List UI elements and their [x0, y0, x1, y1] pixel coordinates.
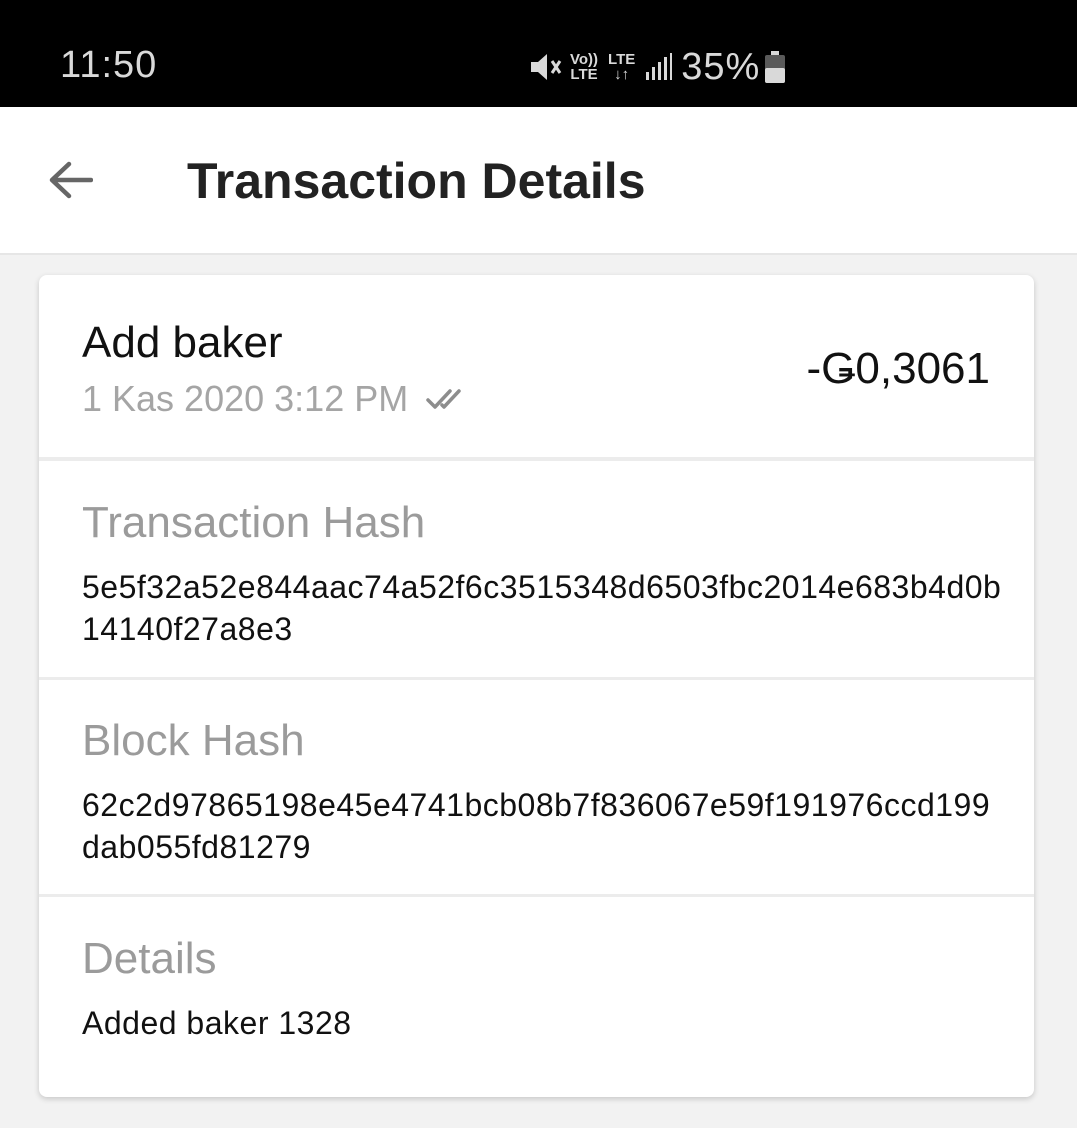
block-hash-label: Block Hash	[82, 716, 305, 765]
lte-arrows-text: ↓↑	[614, 66, 630, 83]
app-bar: Transaction Details	[0, 107, 1077, 255]
divider	[39, 677, 1034, 680]
status-bar: 11:50 Vo)) LTE LTE ↓↑ 35%	[0, 0, 1077, 107]
lte-data-icon: LTE ↓↑	[608, 52, 635, 82]
battery-icon	[764, 50, 786, 84]
divider	[39, 894, 1034, 897]
volte-icon: Vo)) LTE	[570, 52, 598, 82]
divider	[39, 457, 1034, 461]
transaction-summary: Add baker 1 Kas 2020 3:12 PM -Ǥ0,3061	[39, 275, 1034, 457]
transaction-amount: -Ǥ0,3061	[806, 344, 990, 393]
back-button[interactable]	[40, 153, 100, 207]
transaction-hash-value[interactable]: 5e5f32a52e844aac74a52f6c3515348d6503fbc2…	[82, 566, 1002, 650]
lte-top-text: LTE	[608, 51, 636, 68]
page-title: Transaction Details	[187, 153, 646, 209]
volte-top-text: Vo))	[570, 51, 599, 68]
status-time: 11:50	[60, 44, 158, 86]
arrow-left-icon	[49, 161, 93, 199]
block-hash-value[interactable]: 62c2d97865198e45e4741bcb08b7f836067e59f1…	[82, 784, 1002, 868]
transaction-date: 1 Kas 2020 3:12 PM	[82, 378, 409, 419]
transaction-hash-label: Transaction Hash	[82, 498, 426, 547]
battery-percent: 35%	[681, 46, 761, 88]
transaction-card: Add baker 1 Kas 2020 3:12 PM -Ǥ0,3061 Tr…	[39, 275, 1034, 1097]
signal-icon	[645, 52, 673, 82]
status-icons: Vo)) LTE LTE ↓↑ 35%	[528, 44, 786, 90]
mute-icon	[528, 50, 564, 84]
details-label: Details	[82, 934, 217, 983]
transaction-title: Add baker	[82, 318, 283, 367]
details-value: Added baker 1328	[82, 1005, 352, 1041]
transaction-date-row: 1 Kas 2020 3:12 PM	[82, 377, 468, 421]
volte-bottom-text: LTE	[570, 66, 598, 83]
double-check-icon	[426, 389, 461, 409]
